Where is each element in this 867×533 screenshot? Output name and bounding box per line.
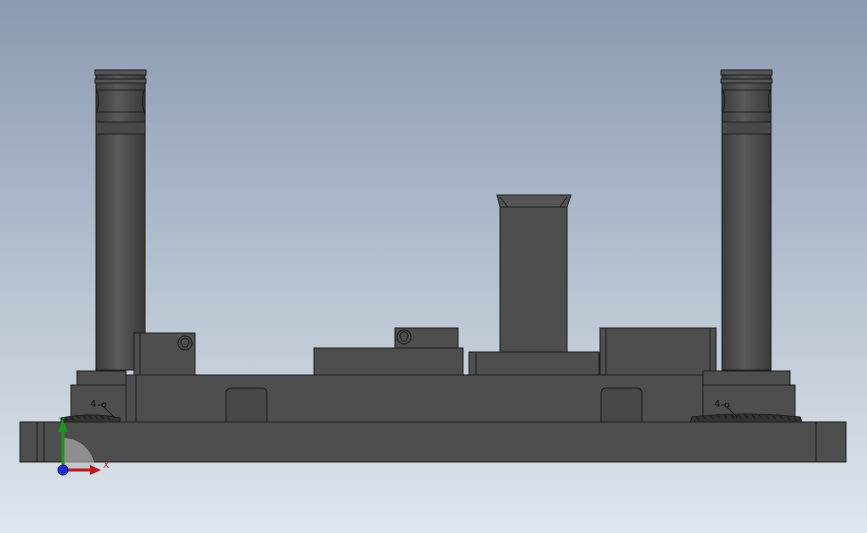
x-axis-label: X [103,461,109,471]
model-canvas[interactable]: 4 4 Y X [0,0,867,533]
cad-viewport[interactable]: 4 4 Y X [0,0,867,533]
annotation-left-text: 4 [90,399,96,410]
right-clamp-block[interactable] [599,327,717,376]
right-guide-post[interactable] [720,69,773,371]
base-plate[interactable] [19,421,847,463]
right-post-collar[interactable] [689,370,803,423]
annotation-right-text: 4 [714,399,720,410]
z-axis-origin [57,464,69,476]
left-guide-post[interactable] [94,69,147,371]
center-punch[interactable] [496,194,572,354]
middle-plate[interactable] [123,374,705,429]
left-clamp-block[interactable] [133,332,196,376]
punch-holder-block[interactable] [468,351,600,376]
y-axis-label: Y [58,417,65,427]
